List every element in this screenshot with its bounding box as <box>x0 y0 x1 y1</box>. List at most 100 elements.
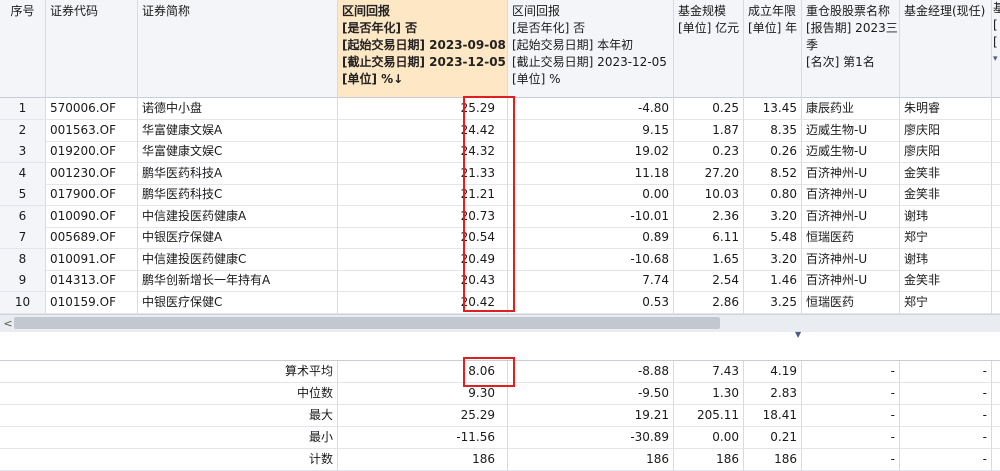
col-header-extra[interactable]: 基 [ [ ▾ <box>992 0 1000 98</box>
cell-manager[interactable]: 谢玮 <box>900 205 992 228</box>
summary-label[interactable]: 最小 <box>0 427 338 449</box>
col-header-index[interactable]: 序号 <box>0 0 46 98</box>
summary-label[interactable]: 算术平均 <box>0 361 338 383</box>
summary-scale[interactable]: 0.00 <box>674 427 744 449</box>
cell-scale[interactable]: 1.87 <box>674 119 744 142</box>
cell-age[interactable]: 8.52 <box>744 162 802 185</box>
cell-extra[interactable] <box>992 227 1000 249</box>
summary-age[interactable]: 18.41 <box>744 405 802 427</box>
table-row[interactable]: 1 570006.OF 诺德中小盘 25.29 -4.80 0.25 13.45 康辰药业 朱明… <box>0 98 1000 120</box>
cell-scale[interactable]: 0.25 <box>674 98 744 120</box>
cell-return-selected[interactable]: 20.54 <box>338 227 508 249</box>
cell-return-selected[interactable]: 24.42 <box>338 119 508 142</box>
cell-extra[interactable] <box>992 163 1000 185</box>
summary-top-stock[interactable]: - <box>802 383 900 405</box>
cell-code[interactable]: 010159.OF <box>46 291 138 314</box>
cell-scale[interactable]: 6.11 <box>674 227 744 249</box>
cell-return-selected[interactable]: 25.29 <box>338 98 508 120</box>
cell-age[interactable]: 0.80 <box>744 184 802 206</box>
cell-return-ytd[interactable]: 19.02 <box>508 141 674 163</box>
cell-extra[interactable] <box>992 206 1000 228</box>
cell-top-stock[interactable]: 百济神州-U <box>802 162 900 185</box>
cell-code[interactable]: 001230.OF <box>46 162 138 185</box>
cell-index[interactable]: 3 <box>0 141 46 163</box>
cell-index[interactable]: 4 <box>0 162 46 185</box>
summary-top-stock[interactable]: - <box>802 405 900 427</box>
summary-scale[interactable]: 7.43 <box>674 361 744 383</box>
cell-scale[interactable]: 27.20 <box>674 162 744 185</box>
summary-age[interactable]: 4.19 <box>744 361 802 383</box>
cell-name[interactable]: 华富健康文娱C <box>138 141 338 163</box>
cell-code[interactable]: 005689.OF <box>46 227 138 249</box>
cell-return-selected[interactable]: 20.42 <box>338 291 508 314</box>
cell-manager[interactable]: 廖庆阳 <box>900 141 992 163</box>
table-row[interactable]: 8 010091.OF 中信建投医药健康C 20.49 -10.68 1.65 3.20 百济… <box>0 248 1000 271</box>
pane-splitter[interactable] <box>0 332 1000 361</box>
cell-age[interactable]: 13.45 <box>744 98 802 120</box>
cell-top-stock[interactable]: 康辰药业 <box>802 98 900 120</box>
summary-scale[interactable]: 1.30 <box>674 383 744 405</box>
cell-return-ytd[interactable]: -10.01 <box>508 205 674 228</box>
cell-name[interactable]: 鹏华创新增长一年持有A <box>138 270 338 292</box>
cell-return-ytd[interactable]: 0.00 <box>508 184 674 206</box>
summary-scale[interactable]: 186 <box>674 449 744 471</box>
cell-index[interactable]: 2 <box>0 119 46 142</box>
cell-name[interactable]: 中信建投医药健康A <box>138 205 338 228</box>
cell-age[interactable]: 1.46 <box>744 270 802 292</box>
cell-name[interactable]: 鹏华医药科技A <box>138 162 338 185</box>
cell-top-stock[interactable]: 恒瑞医药 <box>802 291 900 314</box>
cell-age[interactable]: 5.48 <box>744 227 802 249</box>
cell-manager[interactable]: 谢玮 <box>900 248 992 271</box>
cell-return-selected[interactable]: 20.49 <box>338 248 508 271</box>
summary-extra[interactable] <box>992 405 1000 427</box>
col-header-return-ytd[interactable]: 区间回报 [是否年化] 否 [起始交易日期] 本年初 [截止交易日期] 2023… <box>508 0 674 98</box>
summary-return-ytd[interactable]: -8.88 <box>508 361 674 383</box>
table-row[interactable]: 3 019200.OF 华富健康文娱C 24.32 19.02 0.23 0.26 迈威生物-… <box>0 141 1000 163</box>
cell-return-ytd[interactable]: 11.18 <box>508 162 674 185</box>
cell-name[interactable]: 鹏华医药科技C <box>138 184 338 206</box>
summary-label[interactable]: 计数 <box>0 449 338 471</box>
summary-return-ytd[interactable]: -30.89 <box>508 427 674 449</box>
cell-age[interactable]: 3.25 <box>744 291 802 314</box>
cell-extra[interactable] <box>992 184 1000 206</box>
summary-row[interactable]: 最大 25.29 19.21 205.11 18.41- - <box>0 405 1000 427</box>
summary-return-selected[interactable]: 25.29 <box>338 405 508 427</box>
summary-extra[interactable] <box>992 449 1000 471</box>
cell-code[interactable]: 001563.OF <box>46 119 138 142</box>
summary-manager[interactable]: - <box>900 361 992 383</box>
cell-code[interactable]: 014313.OF <box>46 270 138 292</box>
cell-extra[interactable] <box>992 141 1000 163</box>
summary-manager[interactable]: - <box>900 427 992 449</box>
cell-top-stock[interactable]: 百济神州-U <box>802 248 900 271</box>
cell-return-selected[interactable]: 21.21 <box>338 184 508 206</box>
summary-label[interactable]: 中位数 <box>0 383 338 405</box>
col-header-top-stock[interactable]: 重仓股股票名称 [报告期] 2023三 季 [名次] 第1名 <box>802 0 900 98</box>
cell-manager[interactable]: 朱明睿 <box>900 98 992 120</box>
cell-index[interactable]: 7 <box>0 227 46 249</box>
summary-manager[interactable]: - <box>900 405 992 427</box>
cell-name[interactable]: 华富健康文娱A <box>138 119 338 142</box>
summary-extra[interactable] <box>992 383 1000 405</box>
table-row[interactable]: 4 001230.OF 鹏华医药科技A 21.33 11.18 27.20 8.52 百济神州… <box>0 162 1000 185</box>
cell-code[interactable]: 010091.OF <box>46 248 138 271</box>
summary-top-stock[interactable]: - <box>802 449 900 471</box>
cell-index[interactable]: 9 <box>0 270 46 292</box>
summary-top-stock[interactable]: - <box>802 427 900 449</box>
splitter-down-arrow-icon[interactable]: ▼ <box>795 331 805 339</box>
cell-manager[interactable]: 金笑非 <box>900 162 992 185</box>
cell-return-selected[interactable]: 20.73 <box>338 205 508 228</box>
cell-index[interactable]: 6 <box>0 205 46 228</box>
summary-extra[interactable] <box>992 427 1000 449</box>
cell-name[interactable]: 诺德中小盘 <box>138 98 338 120</box>
col-header-manager[interactable]: 基金经理(现任) <box>900 0 992 98</box>
cell-scale[interactable]: 2.86 <box>674 291 744 314</box>
col-header-name[interactable]: 证券简称 <box>138 0 338 98</box>
cell-top-stock[interactable]: 迈威生物-U <box>802 141 900 163</box>
cell-top-stock[interactable]: 百济神州-U <box>802 205 900 228</box>
cell-index[interactable]: 1 <box>0 98 46 120</box>
summary-top-stock[interactable]: - <box>802 361 900 383</box>
cell-manager[interactable]: 郑宁 <box>900 291 992 314</box>
table-row[interactable]: 6 010090.OF 中信建投医药健康A 20.73 -10.01 2.36 3.20 百济… <box>0 205 1000 228</box>
cell-return-ytd[interactable]: 7.74 <box>508 270 674 292</box>
summary-age[interactable]: 186 <box>744 449 802 471</box>
